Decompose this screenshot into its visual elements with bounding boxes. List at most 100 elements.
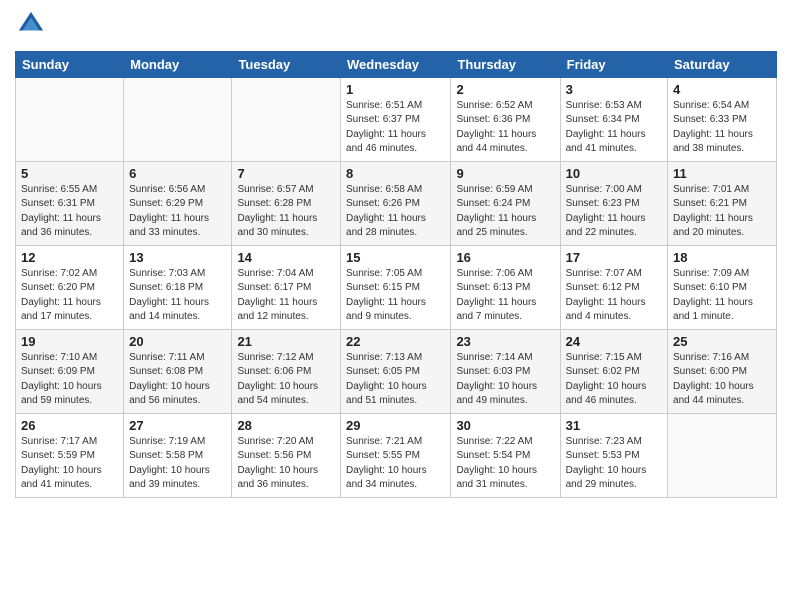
day-info: Sunrise: 6:56 AM Sunset: 6:29 PM Dayligh… [129,183,226,241]
day-info: Sunrise: 7:00 AM Sunset: 6:23 PM Dayligh… [566,183,662,241]
day-info: Sunrise: 6:59 AM Sunset: 6:24 PM Dayligh… [456,183,554,241]
day-info: Sunrise: 7:01 AM Sunset: 6:21 PM Dayligh… [673,183,771,241]
day-number: 28 [237,418,335,433]
day-number: 6 [129,166,226,181]
day-number: 3 [566,82,662,97]
day-info: Sunrise: 7:15 AM Sunset: 6:02 PM Dayligh… [566,351,662,409]
calendar-cell: 16 Sunrise: 7:06 AM Sunset: 6:13 PM Dayli… [451,245,560,329]
calendar-cell: 31Sunrise: 7:23 AM Sunset: 5:53 PM Dayli… [560,413,667,497]
day-info: Sunrise: 7:09 AM Sunset: 6:10 PM Dayligh… [673,267,771,325]
day-number: 2 [456,82,554,97]
calendar-week-2: 5 Sunrise: 6:55 AM Sunset: 6:31 PM Daylig… [16,161,777,245]
day-info: Sunrise: 7:22 AM Sunset: 5:54 PM Dayligh… [456,435,554,493]
day-info: Sunrise: 7:11 AM Sunset: 6:08 PM Dayligh… [129,351,226,409]
day-info: Sunrise: 7:19 AM Sunset: 5:58 PM Dayligh… [129,435,226,493]
calendar-cell: 13Sunrise: 7:03 AM Sunset: 6:18 PM Dayli… [124,245,232,329]
calendar-cell: 26 Sunrise: 7:17 AM Sunset: 5:59 PM Dayli… [16,413,124,497]
calendar-cell: 22 Sunrise: 7:13 AM Sunset: 6:05 PM Dayli… [341,329,451,413]
calendar-cell: 28 Sunrise: 7:20 AM Sunset: 5:56 PM Dayli… [232,413,341,497]
calendar-cell: 29Sunrise: 7:21 AM Sunset: 5:55 PM Dayli… [341,413,451,497]
calendar-cell [232,77,341,161]
day-info: Sunrise: 7:13 AM Sunset: 6:05 PM Dayligh… [346,351,445,409]
calendar-cell: 3 Sunrise: 6:53 AM Sunset: 6:34 PM Daylig… [560,77,667,161]
day-number: 30 [456,418,554,433]
calendar-cell: 12Sunrise: 7:02 AM Sunset: 6:20 PM Dayli… [16,245,124,329]
logo [15,10,45,43]
day-header-sunday: Sunday [16,51,124,77]
calendar-cell: 8 Sunrise: 6:58 AM Sunset: 6:26 PM Daylig… [341,161,451,245]
calendar-cell: 1 Sunrise: 6:51 AM Sunset: 6:37 PM Daylig… [341,77,451,161]
day-info: Sunrise: 7:14 AM Sunset: 6:03 PM Dayligh… [456,351,554,409]
day-header-saturday: Saturday [668,51,777,77]
day-info: Sunrise: 6:55 AM Sunset: 6:31 PM Dayligh… [21,183,118,241]
logo-icon [17,10,45,38]
day-info: Sunrise: 7:16 AM Sunset: 6:00 PM Dayligh… [673,351,771,409]
calendar-week-1: 1 Sunrise: 6:51 AM Sunset: 6:37 PM Daylig… [16,77,777,161]
day-number: 9 [456,166,554,181]
day-info: Sunrise: 6:57 AM Sunset: 6:28 PM Dayligh… [237,183,335,241]
day-info: Sunrise: 6:58 AM Sunset: 6:26 PM Dayligh… [346,183,445,241]
day-number: 1 [346,82,445,97]
day-number: 19 [21,334,118,349]
calendar-header-row: SundayMondayTuesdayWednesdayThursdayFrid… [16,51,777,77]
day-info: Sunrise: 6:51 AM Sunset: 6:37 PM Dayligh… [346,99,445,157]
day-header-thursday: Thursday [451,51,560,77]
day-number: 20 [129,334,226,349]
day-info: Sunrise: 6:54 AM Sunset: 6:33 PM Dayligh… [673,99,771,157]
calendar-cell: 6 Sunrise: 6:56 AM Sunset: 6:29 PM Daylig… [124,161,232,245]
calendar-cell: 18 Sunrise: 7:09 AM Sunset: 6:10 PM Dayli… [668,245,777,329]
day-number: 26 [21,418,118,433]
day-info: Sunrise: 7:10 AM Sunset: 6:09 PM Dayligh… [21,351,118,409]
day-info: Sunrise: 6:52 AM Sunset: 6:36 PM Dayligh… [456,99,554,157]
day-number: 22 [346,334,445,349]
calendar-cell [124,77,232,161]
day-number: 21 [237,334,335,349]
calendar-cell: 10Sunrise: 7:00 AM Sunset: 6:23 PM Dayli… [560,161,667,245]
day-number: 24 [566,334,662,349]
day-number: 25 [673,334,771,349]
calendar-cell: 20 Sunrise: 7:11 AM Sunset: 6:08 PM Dayli… [124,329,232,413]
calendar-cell: 24 Sunrise: 7:15 AM Sunset: 6:02 PM Dayli… [560,329,667,413]
calendar-table: SundayMondayTuesdayWednesdayThursdayFrid… [15,51,777,498]
day-number: 23 [456,334,554,349]
day-number: 7 [237,166,335,181]
calendar-week-3: 12Sunrise: 7:02 AM Sunset: 6:20 PM Dayli… [16,245,777,329]
calendar-cell: 21 Sunrise: 7:12 AM Sunset: 6:06 PM Dayli… [232,329,341,413]
calendar-cell: 25 Sunrise: 7:16 AM Sunset: 6:00 PM Dayli… [668,329,777,413]
day-info: Sunrise: 7:06 AM Sunset: 6:13 PM Dayligh… [456,267,554,325]
calendar-cell: 7 Sunrise: 6:57 AM Sunset: 6:28 PM Daylig… [232,161,341,245]
day-number: 18 [673,250,771,265]
calendar-cell: 2 Sunrise: 6:52 AM Sunset: 6:36 PM Daylig… [451,77,560,161]
calendar-cell: 5 Sunrise: 6:55 AM Sunset: 6:31 PM Daylig… [16,161,124,245]
day-header-monday: Monday [124,51,232,77]
day-number: 29 [346,418,445,433]
calendar-cell: 30 Sunrise: 7:22 AM Sunset: 5:54 PM Dayli… [451,413,560,497]
day-number: 8 [346,166,445,181]
day-number: 4 [673,82,771,97]
day-number: 31 [566,418,662,433]
day-header-tuesday: Tuesday [232,51,341,77]
calendar-cell: 9 Sunrise: 6:59 AM Sunset: 6:24 PM Daylig… [451,161,560,245]
calendar-week-5: 26 Sunrise: 7:17 AM Sunset: 5:59 PM Dayli… [16,413,777,497]
day-info: Sunrise: 7:02 AM Sunset: 6:20 PM Dayligh… [21,267,118,325]
day-number: 15 [346,250,445,265]
day-number: 14 [237,250,335,265]
calendar-week-4: 19 Sunrise: 7:10 AM Sunset: 6:09 PM Dayli… [16,329,777,413]
calendar-cell: 17 Sunrise: 7:07 AM Sunset: 6:12 PM Dayli… [560,245,667,329]
day-info: Sunrise: 7:05 AM Sunset: 6:15 PM Dayligh… [346,267,445,325]
day-number: 5 [21,166,118,181]
day-info: Sunrise: 6:53 AM Sunset: 6:34 PM Dayligh… [566,99,662,157]
day-header-friday: Friday [560,51,667,77]
calendar-cell [668,413,777,497]
day-info: Sunrise: 7:20 AM Sunset: 5:56 PM Dayligh… [237,435,335,493]
calendar-cell: 23 Sunrise: 7:14 AM Sunset: 6:03 PM Dayli… [451,329,560,413]
day-number: 16 [456,250,554,265]
day-info: Sunrise: 7:17 AM Sunset: 5:59 PM Dayligh… [21,435,118,493]
day-info: Sunrise: 7:07 AM Sunset: 6:12 PM Dayligh… [566,267,662,325]
day-info: Sunrise: 7:12 AM Sunset: 6:06 PM Dayligh… [237,351,335,409]
day-number: 17 [566,250,662,265]
calendar-cell: 11Sunrise: 7:01 AM Sunset: 6:21 PM Dayli… [668,161,777,245]
day-info: Sunrise: 7:04 AM Sunset: 6:17 PM Dayligh… [237,267,335,325]
calendar-cell: 19 Sunrise: 7:10 AM Sunset: 6:09 PM Dayli… [16,329,124,413]
day-number: 13 [129,250,226,265]
